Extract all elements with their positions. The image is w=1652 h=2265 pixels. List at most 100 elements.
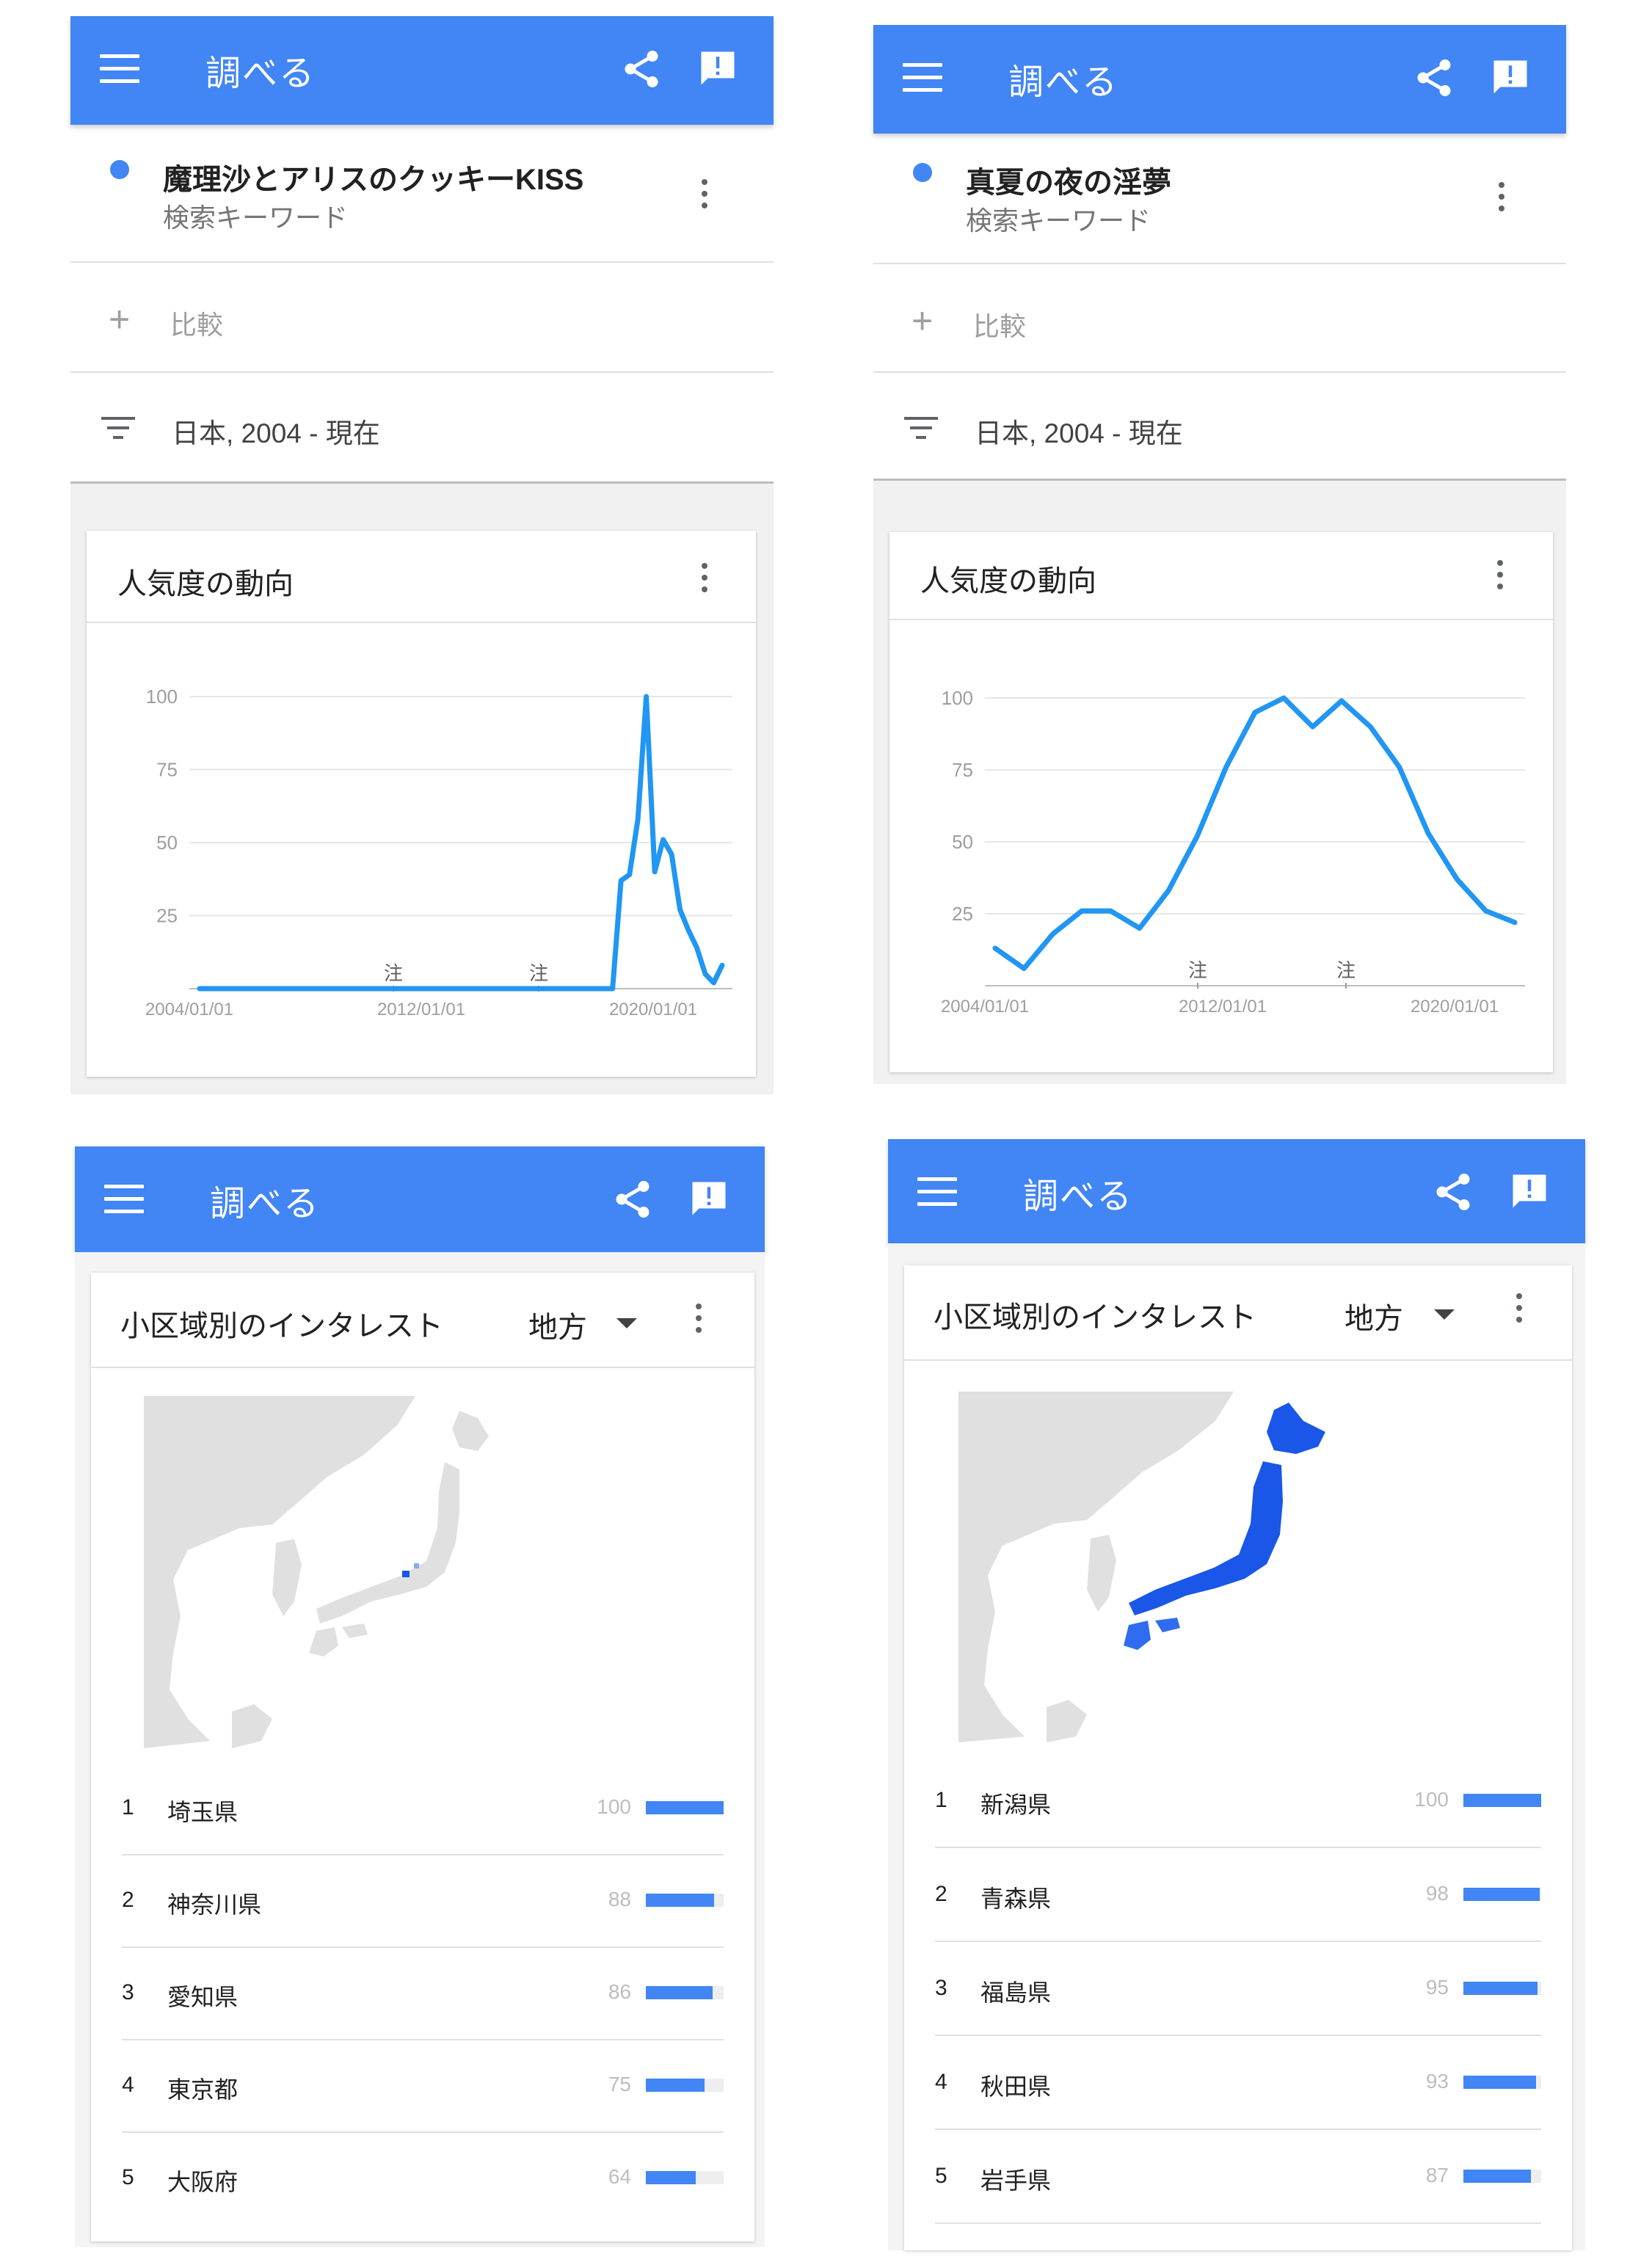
share-icon[interactable]: [611, 1177, 655, 1221]
annotation-marker: 注: [529, 962, 548, 984]
region-row[interactable]: 1 埼玉県 100: [122, 1763, 724, 1855]
panel-regions-2: 調べる 小区域別のインタレスト 地方 1 新潟県 100 2 青森県 98 3 …: [888, 1139, 1585, 2250]
region-bar: [1463, 2170, 1541, 2183]
trend-line-chart: 100 75 50 25 2004/01/01 2012/01/01 2020/01/01 注…: [145, 686, 732, 1019]
filter-label[interactable]: 日本, 2004 - 現在: [975, 411, 1183, 451]
y-tick-label: 100: [146, 686, 178, 708]
region-value: 64: [608, 2165, 631, 2188]
y-tick-label: 25: [156, 905, 178, 927]
hamburger-menu-icon[interactable]: [917, 1177, 957, 1210]
card-more-icon[interactable]: [700, 563, 709, 598]
japan-map[interactable]: [144, 1396, 709, 1748]
interest-by-subregion-card: 小区域別のインタレスト 地方 1 埼玉県 100 2 神奈川県 88 3 愛知県…: [91, 1273, 754, 2242]
hamburger-menu-icon[interactable]: [903, 63, 942, 95]
chevron-down-icon[interactable]: [1434, 1309, 1455, 1320]
region-row[interactable]: 4 秋田県 93: [935, 2037, 1541, 2130]
filter-label[interactable]: 日本, 2004 - 現在: [172, 411, 380, 451]
region-bar-fill: [1463, 2076, 1536, 2089]
region-bar: [1463, 2076, 1541, 2089]
compare-button[interactable]: 比較: [170, 304, 223, 342]
feedback-icon[interactable]: [688, 1179, 729, 1218]
region-bar: [1463, 1888, 1541, 1901]
divider: [935, 2128, 1541, 2130]
region-name: 岩手県: [980, 2167, 1052, 2194]
divider: [91, 1367, 754, 1368]
annotation-marker: 注: [1188, 959, 1207, 981]
filter-icon[interactable]: [904, 417, 938, 443]
region-row[interactable]: 5 岩手県 87: [935, 2131, 1541, 2224]
content-background: 人気度の動向 100 75 50 25 2004/01/01 2012/01/01 2020…: [873, 479, 1566, 1084]
app-bar: 調べる: [873, 25, 1566, 134]
add-icon[interactable]: +: [109, 301, 130, 338]
share-icon[interactable]: [1431, 1170, 1475, 1214]
region-row[interactable]: 2 神奈川県 88: [122, 1855, 724, 1948]
y-tick-label: 50: [156, 832, 178, 854]
share-icon[interactable]: [619, 47, 663, 91]
region-bar: [646, 2171, 724, 2184]
region-name: 愛知県: [167, 1984, 239, 2010]
feedback-icon[interactable]: [697, 48, 738, 88]
compare-button[interactable]: 比較: [973, 305, 1026, 343]
resolution-dropdown[interactable]: 地方: [528, 1304, 587, 1346]
region-rank: 2: [935, 1882, 947, 1906]
region-name: 青森県: [980, 1886, 1052, 1912]
app-bar: 調べる: [888, 1139, 1585, 1243]
region-rank: 3: [122, 1980, 134, 2004]
map-svg: [958, 1392, 1325, 1742]
content-background: 小区域別のインタレスト 地方 1 新潟県 100 2 青森県 98 3 福島県 …: [888, 1243, 1585, 2250]
region-bar-fill: [646, 1801, 724, 1814]
app-title: 調べる: [205, 54, 316, 93]
region-value: 95: [1425, 1976, 1449, 1999]
region-row[interactable]: 2 青森県 98: [935, 1850, 1541, 1942]
region-row[interactable]: 4 東京都 75: [122, 2040, 724, 2133]
card-more-icon[interactable]: [694, 1304, 703, 1339]
term-more-icon[interactable]: [700, 179, 709, 214]
card-more-icon[interactable]: [1515, 1293, 1524, 1328]
y-tick-label: 75: [156, 759, 178, 781]
region-row[interactable]: 5 大阪府 64: [122, 2133, 724, 2225]
y-tick-label: 50: [952, 831, 973, 853]
hamburger-menu-icon[interactable]: [104, 1185, 144, 1217]
card-title: 人気度の動向: [920, 565, 1096, 597]
filter-icon[interactable]: [101, 417, 135, 443]
content-background: 人気度の動向 100 75 50 25 2004/01/01 2012/01/01 2020…: [70, 481, 774, 1094]
region-value: 100: [1414, 1788, 1449, 1811]
app-bar: 調べる: [70, 16, 774, 125]
add-icon[interactable]: +: [911, 302, 933, 339]
card-more-icon[interactable]: [1496, 560, 1504, 595]
search-term-name[interactable]: 真夏の夜の淫夢: [966, 159, 1171, 201]
region-row[interactable]: 1 新潟県 100: [935, 1756, 1541, 1848]
annotation-marker: 注: [384, 962, 403, 984]
panel-trends-2: 調べる 真夏の夜の淫夢 検索キーワード + 比較 日本, 2004 - 現在 人…: [873, 25, 1566, 1084]
term-more-icon[interactable]: [1497, 182, 1506, 217]
share-icon[interactable]: [1412, 56, 1456, 100]
region-name: 秋田県: [980, 2073, 1052, 2100]
x-tick-label: 2020/01/01: [1411, 997, 1499, 1017]
divider: [873, 263, 1566, 264]
region-bar: [646, 1894, 724, 1907]
search-term-type: 検索キーワード: [966, 206, 1151, 236]
feedback-icon[interactable]: [1490, 57, 1531, 97]
region-value: 98: [1425, 1882, 1449, 1905]
divider: [935, 1847, 1541, 1848]
region-rank: 5: [935, 2164, 947, 2188]
search-term-name[interactable]: 魔理沙とアリスのクッキーKISS: [163, 156, 583, 198]
region-row[interactable]: 3 福島県 95: [935, 1944, 1541, 2036]
region-value: 75: [608, 2073, 631, 2095]
region-rank: 2: [122, 1888, 134, 1912]
region-rank: 3: [935, 1976, 947, 2000]
feedback-icon[interactable]: [1509, 1171, 1550, 1211]
chevron-down-icon[interactable]: [616, 1318, 637, 1328]
panel-regions-1: 調べる 小区域別のインタレスト 地方 1 埼玉県 100 2 神奈川県 88 3…: [75, 1146, 765, 2247]
app-bar: 調べる: [75, 1146, 765, 1252]
region-bar-fill: [646, 1986, 713, 1999]
japan-map[interactable]: [958, 1392, 1527, 1742]
region-row[interactable]: 3 愛知県 86: [122, 1948, 724, 2040]
resolution-dropdown[interactable]: 地方: [1344, 1295, 1403, 1337]
region-bar: [1463, 1794, 1541, 1807]
interest-by-subregion-card: 小区域別のインタレスト 地方 1 新潟県 100 2 青森県 98 3 福島県 …: [904, 1265, 1572, 2250]
hamburger-menu-icon[interactable]: [100, 54, 139, 87]
region-value: 100: [597, 1795, 631, 1818]
divider: [904, 1359, 1572, 1361]
region-bar: [646, 1986, 724, 1999]
